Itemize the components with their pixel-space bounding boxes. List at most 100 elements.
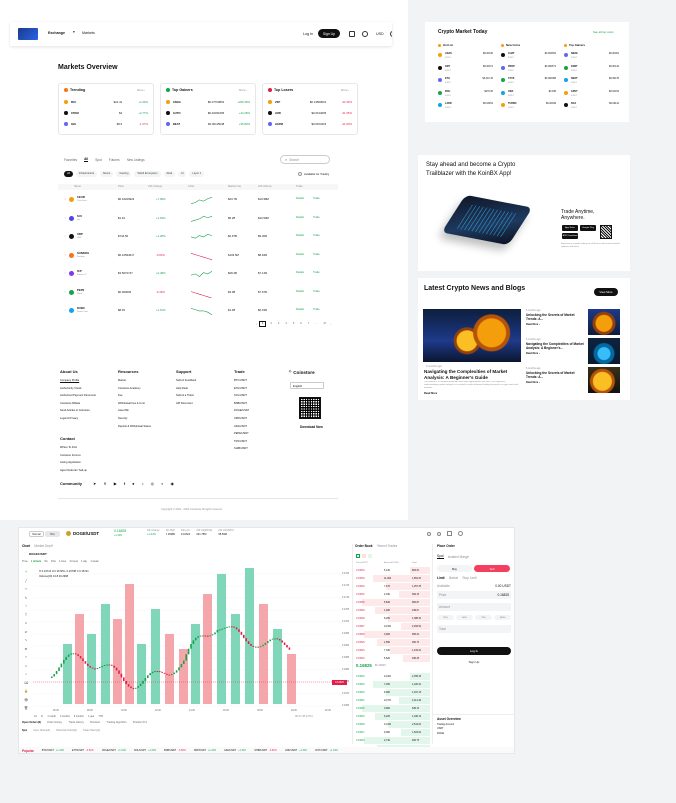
footer-link[interactable]: XRP/USDT	[234, 415, 249, 423]
favorite-star-icon[interactable]: ☆	[64, 197, 67, 201]
trade-link[interactable]: Trade	[313, 271, 320, 275]
tab-spot[interactable]: Spot	[95, 158, 102, 162]
search-input[interactable]: ⌕ Search	[280, 155, 330, 164]
buy-tab[interactable]: Buy	[437, 565, 472, 572]
tab-spot[interactable]: Spot	[437, 554, 444, 559]
footer-link[interactable]: Coinstore Affiliate	[60, 400, 96, 408]
table-row[interactable]: ☆ CEUR Celo Euro $0.16229929 +7.99% $23.7M $10…	[58, 192, 338, 210]
youtube-icon[interactable]: ▶	[114, 481, 117, 486]
footer-link[interactable]: ETH/USDT	[234, 385, 249, 393]
footer-link[interactable]: Security	[118, 415, 151, 423]
footer-link[interactable]: Coinstore Academy	[118, 385, 151, 393]
footer-link[interactable]: DOGE/USDT	[234, 407, 249, 415]
tab-chart[interactable]: Chart	[22, 544, 30, 548]
qr-code[interactable]	[299, 397, 321, 419]
drawing-tool-icon[interactable]: ⌇	[22, 602, 30, 611]
trade-link[interactable]: Trade	[313, 197, 320, 201]
today-row[interactable]: ORT/USDT $0.00071	[438, 65, 496, 78]
table-row[interactable]: ☆ XRP XRP $744.56 +1.28% $2.97B $9.36M Details T…	[58, 229, 338, 247]
drawing-tool-icon[interactable]: ╱	[22, 577, 30, 586]
orderbook-row[interactable]: 0.16833 11,000 1,851.63	[356, 575, 430, 582]
page-button[interactable]: 5	[291, 322, 296, 326]
chip-layer-1[interactable]: Layer 1	[189, 171, 205, 177]
footer-link[interactable]: Withdrawal Fee & Limit	[118, 400, 151, 408]
next-page-button[interactable]: ›	[330, 322, 331, 326]
chip-ai[interactable]: AI	[177, 171, 187, 177]
prev-page-button[interactable]: ‹	[256, 322, 257, 326]
today-row[interactable]: ETH/USDT $3,410.15	[438, 77, 496, 90]
nav-exchange[interactable]: Exchange	[48, 31, 65, 36]
range-option[interactable]: 5d	[41, 715, 44, 719]
login-button[interactable]: Log In	[437, 647, 511, 655]
contact-link[interactable]: Agent Referral / Sell-up	[60, 467, 87, 475]
apk-download-button[interactable]: APK Download	[562, 233, 578, 239]
range-option[interactable]: 1d	[34, 715, 37, 719]
orderbook-row[interactable]: 0.16834 5,130 863.60	[356, 567, 430, 574]
panel-row[interactable]: HAPM $0.0153415 -21.83%	[263, 122, 357, 126]
footer-link[interactable]: Asset Bin	[118, 407, 151, 415]
view-bids-icon[interactable]	[368, 554, 372, 558]
favorite-star-icon[interactable]: ☆	[64, 234, 67, 238]
today-row[interactable]: ADAS/USDT $0.00016	[438, 52, 496, 65]
discord-icon[interactable]: ◉	[170, 481, 174, 486]
promo-qr[interactable]	[600, 225, 612, 239]
news-item-title[interactable]: Unlocking the Secrets of Market Trends: …	[526, 371, 584, 379]
details-link[interactable]: Details	[296, 253, 304, 257]
column-header[interactable]: Name	[74, 185, 81, 189]
orderbook-row[interactable]: 0.16821 12,570 2,114.40	[356, 697, 430, 704]
drawing-tool-icon[interactable]: ✎	[22, 594, 30, 603]
chip-real[interactable]: Real	[163, 171, 175, 177]
favorite-star-icon[interactable]: ☆	[64, 271, 67, 275]
sell-tab[interactable]: Sell	[474, 565, 510, 572]
today-row[interactable]: KNST/USDT $0.00142	[564, 65, 622, 78]
trade-link[interactable]: Trade	[313, 216, 320, 220]
ticker-item[interactable]: LINK/USDT +1.34%	[285, 749, 308, 753]
range-option[interactable]: 3 months	[60, 715, 70, 719]
footer-link[interactable]: Submit Feedback	[176, 377, 196, 385]
ticker-item[interactable]: SHIB/USDT -0.52%	[254, 749, 276, 753]
orderbook-row[interactable]: 0.16831 2,330 392.16	[356, 591, 430, 598]
globe-icon[interactable]	[362, 31, 368, 37]
news-item-read-more[interactable]: Read More ›	[526, 381, 540, 385]
today-row[interactable]: GRVT/USDT $0.03154	[564, 90, 622, 103]
table-row[interactable]: ☆ DUBC Dubai Coin $8.45 +1.61% $1.4B $6.33M Det…	[58, 303, 338, 321]
column-header[interactable]: 24h Volume	[258, 185, 272, 189]
chip-all[interactable]: All	[64, 171, 73, 177]
drawing-tool-icon[interactable]: ☺	[22, 619, 30, 628]
footer-link[interactable]: ADA/USDT	[234, 423, 249, 431]
orderbook-row[interactable]: 0.16816 2,740 460.76	[356, 737, 430, 744]
orderbook-row[interactable]: 0.16824 7,330 1,233.20	[356, 647, 430, 654]
drawing-tool-icon[interactable]: ⌫	[22, 679, 30, 688]
footer-link[interactable]: TRX/USDT	[234, 438, 249, 446]
tab-stop-limit[interactable]: Stop Limit	[462, 576, 476, 580]
table-row[interactable]: ☆ PEPE Pepe $0.000006 -0.46% $3.3B $7.97M Detai…	[58, 285, 338, 303]
panel-more-link[interactable]: More ›	[137, 88, 145, 92]
orders-filter[interactable]: Trade History(0)	[83, 729, 100, 733]
tiktok-icon[interactable]: ♪	[142, 481, 144, 486]
orderbook-row[interactable]: 0.16829 1,480 249.07	[356, 607, 430, 614]
orderbook-row[interactable]: 0.16828 8,250 1,388.31	[356, 615, 430, 622]
orderbook-row[interactable]: 0.16818 14,940 2,512.61	[356, 721, 430, 728]
footer-link[interactable]: Submit a Ticket	[176, 392, 196, 400]
chip-gaming[interactable]: Gaming	[116, 171, 132, 177]
today-row[interactable]: TURBO/USDT $0.00049	[501, 102, 559, 115]
orderbook-row[interactable]: 0.16830 5,840 982.87	[356, 599, 430, 606]
panel-row[interactable]: ANOA $0.07720891 +306.28%	[161, 100, 255, 104]
contact-link[interactable]: Coinstore Forums	[60, 452, 87, 460]
table-row[interactable]: ☆ SUI Sui $1.91 +1.63% $5.2B $10.59M Details Tra…	[58, 211, 338, 229]
ticker-item[interactable]: BTC/USDT +1.34%	[42, 749, 64, 753]
total-input[interactable]: Total	[437, 625, 511, 633]
orders-filter[interactable]: Spot	[22, 729, 27, 733]
radio-pro-icon[interactable]	[437, 531, 441, 536]
panel-row[interactable]: ATOM $4 +2.77%	[59, 111, 153, 115]
chip-meme[interactable]: Meme	[100, 171, 114, 177]
orderbook-row[interactable]: 0.16822 8,900 1,497.16	[356, 689, 430, 696]
view-more-button[interactable]: View More	[594, 288, 618, 296]
favorite-star-icon[interactable]: ☆	[64, 308, 67, 312]
signup-button[interactable]: Sign Up	[437, 658, 511, 666]
page-button[interactable]: 4	[283, 322, 288, 326]
ticker-item[interactable]: BNB/USDT -0.52%	[164, 749, 186, 753]
details-link[interactable]: Details	[296, 234, 304, 238]
today-row[interactable]: PROP/USDT $0.000571	[501, 65, 559, 78]
news-item-title[interactable]: Unlocking the Secrets of Market Trends: …	[526, 313, 584, 321]
